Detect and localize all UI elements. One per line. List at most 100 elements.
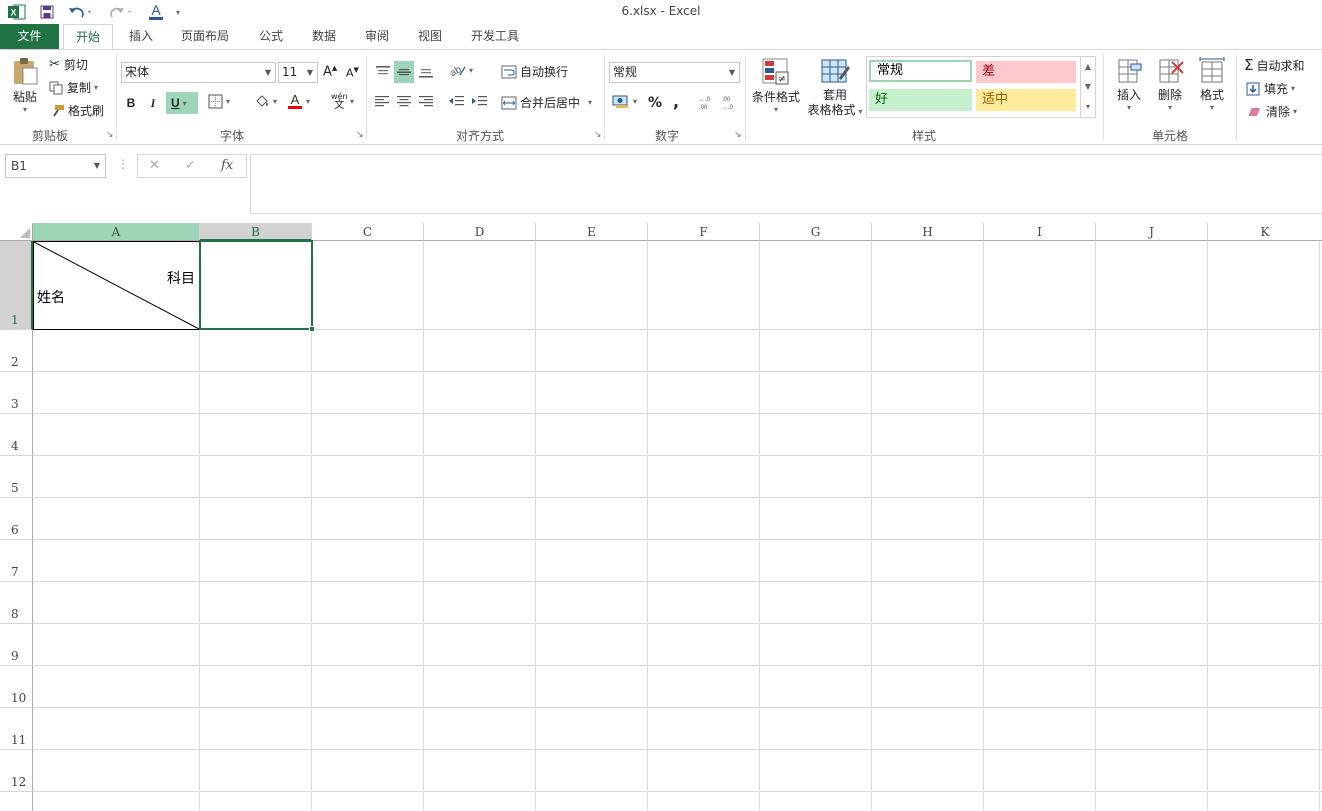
number-launcher-icon[interactable]: ↘ [734, 130, 742, 140]
column-header-k[interactable]: K [1208, 223, 1322, 241]
gallery-down-icon[interactable]: ▼ [1081, 77, 1095, 97]
column-header-e[interactable]: E [536, 223, 648, 241]
font-launcher-icon[interactable]: ↘ [356, 130, 364, 140]
fill-button[interactable]: 填充 ▾ [1246, 80, 1295, 97]
accounting-format-button[interactable]: ▾ [612, 94, 637, 108]
phonetic-button[interactable]: wén 文 [331, 92, 348, 111]
tab-data[interactable]: 数据 [300, 24, 348, 49]
row-header-9[interactable]: 9 [0, 624, 33, 666]
row-header-2[interactable]: 2 [0, 330, 33, 372]
copy-button[interactable]: 复制 ▾ [49, 79, 98, 96]
name-box[interactable]: B1 ▼ [5, 154, 106, 178]
tab-review[interactable]: 审阅 [353, 24, 401, 49]
cut-button[interactable]: ✂ 剪切 [49, 56, 88, 73]
tab-file[interactable]: 文件 [0, 24, 59, 49]
increase-decimal-button[interactable]: ←.0.00 [698, 94, 716, 110]
tab-view[interactable]: 视图 [406, 24, 454, 49]
underline-dropdown-icon[interactable]: ▾ [183, 99, 187, 108]
underline-button[interactable]: U ▾ [166, 92, 198, 114]
tab-insert[interactable]: 插入 [118, 24, 164, 49]
wrap-text-button[interactable]: 自动换行 [501, 63, 568, 80]
column-header-c[interactable]: C [312, 223, 424, 241]
alignment-launcher-icon[interactable]: ↘ [594, 130, 602, 140]
conditional-formatting-button[interactable]: ≠ 条件格式 ▾ [750, 56, 802, 114]
format-as-table-button[interactable]: 套用 表格格式 ▾ [804, 56, 866, 119]
row-header-8[interactable]: 8 [0, 582, 33, 624]
row-header-11[interactable]: 11 [0, 708, 33, 750]
tab-developer[interactable]: 开发工具 [460, 24, 530, 49]
style-neutral[interactable]: 适中 [976, 89, 1076, 111]
style-normal[interactable]: 常规 [869, 60, 972, 82]
increase-indent-button[interactable] [471, 95, 487, 107]
decrease-decimal-button[interactable]: .00 →.0 [721, 94, 739, 110]
formula-bar-grip-icon[interactable]: ⋮ [117, 157, 129, 171]
column-header-g[interactable]: G [760, 223, 872, 241]
column-header-d[interactable]: D [424, 223, 536, 241]
copy-dropdown-icon[interactable]: ▾ [94, 83, 98, 92]
column-header-a[interactable]: A [33, 223, 200, 241]
align-middle-button[interactable] [394, 61, 414, 83]
align-bottom-button[interactable] [416, 61, 436, 83]
style-bad[interactable]: 差 [976, 61, 1076, 83]
select-all-corner[interactable] [0, 223, 33, 241]
chevron-down-icon[interactable]: ▼ [94, 155, 100, 177]
row-header-7[interactable]: 7 [0, 540, 33, 582]
italic-button[interactable]: I [144, 92, 162, 114]
cancel-formula-icon[interactable]: ✕ [149, 158, 160, 173]
borders-button[interactable]: ▾ [208, 94, 230, 109]
row-header-13[interactable] [0, 792, 33, 811]
formula-input[interactable] [250, 154, 1322, 214]
tab-page-layout[interactable]: 页面布局 [170, 24, 240, 49]
gallery-more-icon[interactable]: ▾ [1081, 97, 1095, 117]
row-header-6[interactable]: 6 [0, 498, 33, 540]
align-center-button[interactable] [397, 95, 411, 107]
row-header-10[interactable]: 10 [0, 666, 33, 708]
orientation-button[interactable]: ab ▾ [448, 63, 473, 77]
insert-function-icon[interactable]: fx [221, 158, 233, 173]
row-header-5[interactable]: 5 [0, 456, 33, 498]
merge-center-button[interactable]: 合并后居中 ▾ [501, 94, 592, 111]
fill-handle[interactable] [309, 326, 315, 332]
column-header-f[interactable]: F [648, 223, 760, 241]
row-header-4[interactable]: 4 [0, 414, 33, 456]
tab-formulas[interactable]: 公式 [246, 24, 296, 49]
decrease-indent-button[interactable] [448, 95, 464, 107]
clipboard-launcher-icon[interactable]: ↘ [106, 130, 114, 140]
phonetic-dropdown-icon[interactable]: ▾ [350, 97, 354, 106]
autosum-button[interactable]: Σ 自动求和 [1244, 56, 1305, 74]
grow-font-button[interactable]: A▲ [323, 64, 337, 79]
confirm-formula-icon[interactable]: ✓ [185, 158, 196, 173]
comma-style-button[interactable]: , [673, 92, 679, 111]
column-header-j[interactable]: J [1096, 223, 1208, 241]
delete-cells-button[interactable]: 删除 ▾ [1151, 56, 1189, 112]
row-header-3[interactable]: 3 [0, 372, 33, 414]
row-header-12[interactable]: 12 [0, 750, 33, 792]
paste-dropdown-icon[interactable]: ▾ [23, 105, 27, 114]
gallery-scroll[interactable]: ▲ ▼ ▾ [1080, 57, 1095, 117]
clear-button[interactable]: 清除 ▾ [1246, 103, 1297, 120]
align-left-button[interactable] [375, 95, 389, 107]
font-size-combo[interactable]: 11 ▼ [278, 62, 318, 83]
cell-a1[interactable]: 科目 姓名 [33, 241, 200, 330]
fill-color-button[interactable]: ▾ [254, 93, 277, 109]
shrink-font-button[interactable]: A▼ [346, 66, 359, 80]
column-header-h[interactable]: H [872, 223, 984, 241]
bold-button[interactable]: B [122, 92, 140, 114]
align-top-button[interactable] [373, 61, 393, 83]
font-name-combo[interactable]: 宋体 ▼ [121, 62, 276, 83]
style-good[interactable]: 好 [869, 89, 972, 111]
column-header-b[interactable]: B [200, 223, 312, 241]
active-cell-b1[interactable] [199, 240, 315, 332]
number-format-combo[interactable]: 常规 ▼ [609, 62, 740, 83]
paste-button[interactable]: 粘贴 ▾ [8, 56, 42, 116]
percent-style-button[interactable]: % [648, 95, 662, 111]
column-header-i[interactable]: I [984, 223, 1096, 241]
format-painter-button[interactable]: 格式刷 [49, 102, 104, 119]
align-right-button[interactable] [419, 95, 433, 107]
gallery-up-icon[interactable]: ▲ [1081, 57, 1095, 77]
insert-cells-button[interactable]: 插入 ▾ [1110, 56, 1148, 112]
row-header-1[interactable]: 1 [0, 241, 33, 330]
tab-home[interactable]: 开始 [63, 24, 113, 50]
format-cells-button[interactable]: 格式 ▾ [1194, 56, 1230, 112]
font-color-button[interactable]: A ▾ [287, 92, 310, 110]
